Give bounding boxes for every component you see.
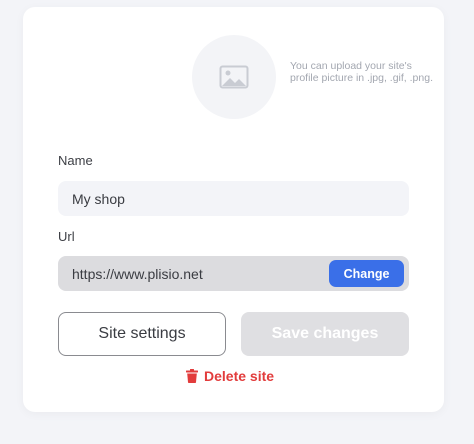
upload-hint: You can upload your site's profile pictu… [290,60,433,84]
profile-picture-upload[interactable] [192,35,276,119]
trash-icon [186,369,204,383]
site-settings-button[interactable]: Site settings [58,312,226,356]
delete-site-label: Delete site [204,368,275,384]
url-label: Url [58,229,75,244]
save-changes-button[interactable]: Save changes [241,312,409,356]
url-field: https://www.plisio.net Change [58,256,409,291]
url-value: https://www.plisio.net [72,266,203,282]
name-label: Name [58,153,93,168]
delete-site-button[interactable]: Delete site [186,368,274,384]
site-card: You can upload your site's profile pictu… [23,7,444,412]
change-url-button[interactable]: Change [329,260,404,287]
name-input[interactable] [58,181,409,216]
image-placeholder-icon [219,65,249,89]
